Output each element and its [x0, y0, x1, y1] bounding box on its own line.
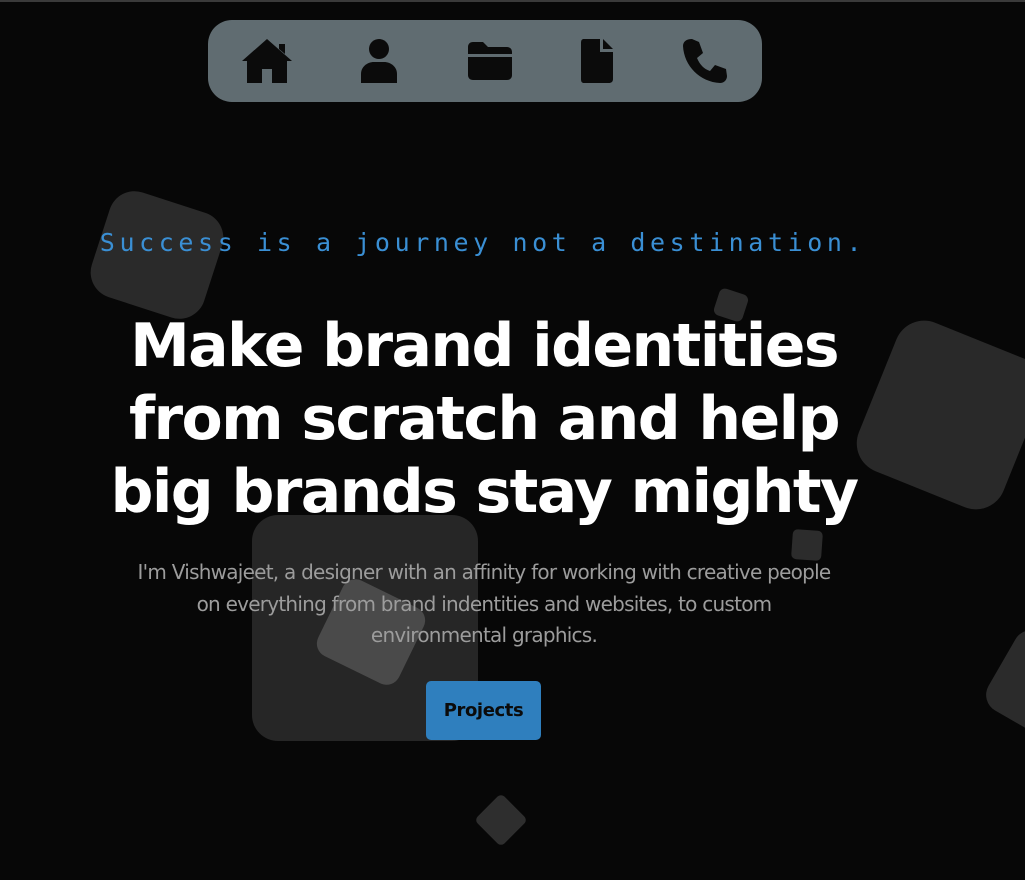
- background-shape: [979, 623, 1025, 747]
- nav-projects-button[interactable]: [460, 35, 520, 87]
- intro-text: I'm Vishwajeet, a designer with an affin…: [84, 557, 884, 652]
- hero-headline: Make brand identities from scratch and h…: [84, 310, 884, 529]
- intro-line: I'm Vishwajeet, a designer with an affin…: [137, 560, 832, 584]
- background-shape: [474, 793, 528, 847]
- intro-line: environmental graphics.: [370, 623, 598, 647]
- tagline-quote: Success is a journey not a destination.: [99, 228, 867, 257]
- projects-button[interactable]: Projects: [426, 681, 541, 740]
- intro-line: on everything from brand indentities and…: [196, 591, 773, 616]
- document-icon: [581, 39, 613, 83]
- headline-line: big brands stay mighty: [110, 457, 859, 527]
- top-border: [0, 0, 1025, 2]
- navbar: [208, 20, 762, 102]
- headline-line: Make brand identities: [130, 311, 839, 381]
- headline-line: from scratch and help: [129, 384, 841, 454]
- nav-about-button[interactable]: [349, 35, 409, 87]
- nav-contact-button[interactable]: [675, 35, 735, 87]
- home-icon: [242, 39, 292, 83]
- user-icon: [361, 39, 397, 83]
- nav-home-button[interactable]: [237, 35, 297, 87]
- folder-icon: [468, 42, 512, 80]
- nav-resume-button[interactable]: [567, 35, 627, 87]
- phone-icon: [683, 39, 727, 83]
